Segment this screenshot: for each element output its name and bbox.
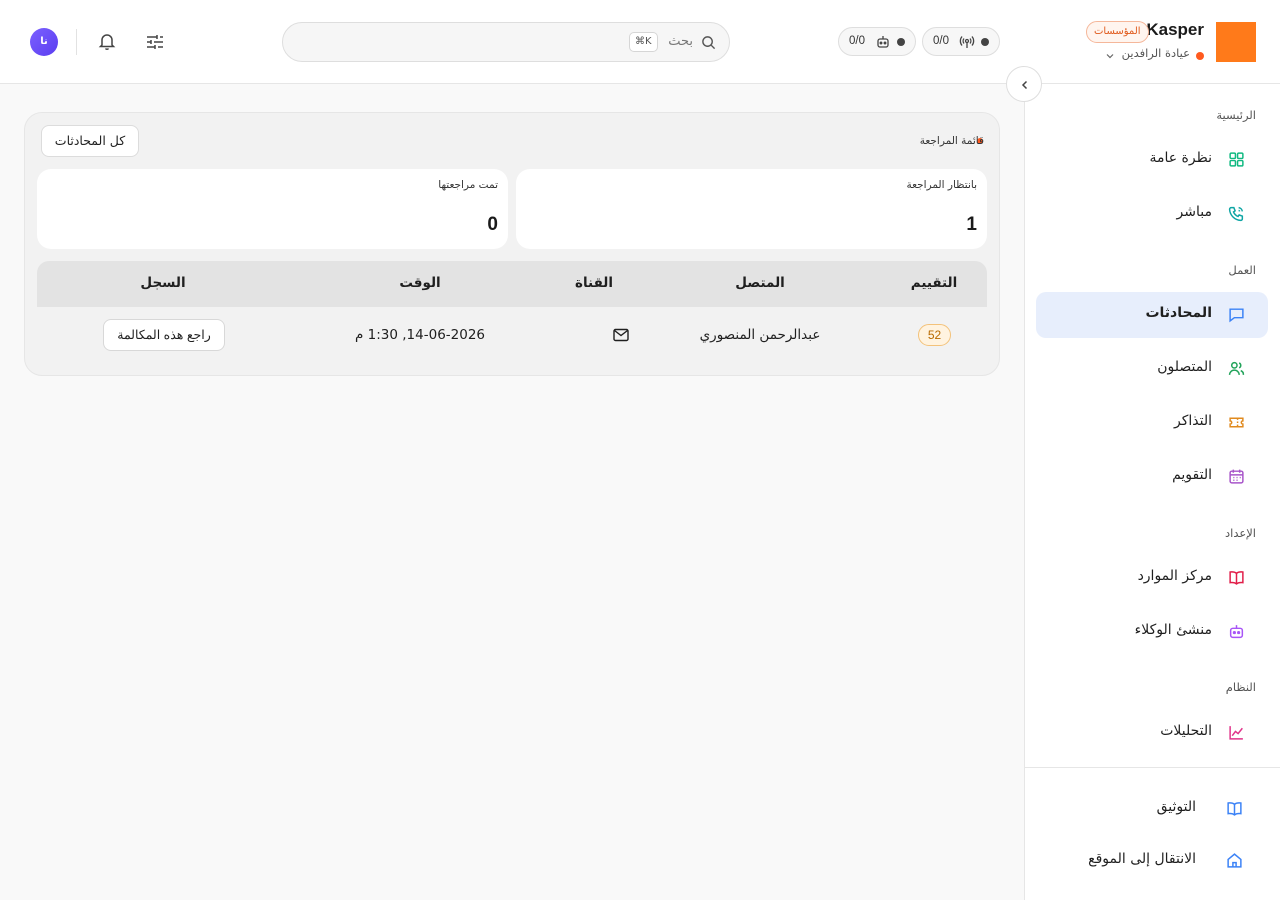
- sidebar-item-overview[interactable]: نظرة عامة: [1036, 137, 1268, 183]
- sidebar-item-agent-builder[interactable]: منشئ الوكلاء: [1036, 609, 1268, 655]
- column-header-score[interactable]: التقييم: [911, 275, 958, 291]
- sidebar-item-label: التذاكر: [1173, 413, 1212, 429]
- broadcast-icon: [959, 34, 975, 50]
- brand-logo: [1216, 22, 1256, 62]
- book-open-icon: [1226, 800, 1243, 817]
- sidebar-item-label: المتصلون: [1157, 359, 1212, 375]
- section-label-home: الرئيسية: [1216, 108, 1256, 122]
- sidebar-item-resource-center[interactable]: مركز الموارد: [1036, 555, 1268, 601]
- filters-icon[interactable]: [145, 32, 165, 52]
- score-badge: 52: [918, 324, 951, 346]
- stat-label: تمت مراجعتها: [438, 179, 498, 191]
- live-status-dot: [981, 38, 989, 46]
- sidebar-item-callers[interactable]: المتصلون: [1036, 346, 1268, 392]
- sidebar-item-documentation[interactable]: التوثيق: [1036, 788, 1256, 828]
- chat-icon: [1228, 306, 1245, 323]
- column-header-caller[interactable]: المتصل: [735, 275, 785, 291]
- agent-counter[interactable]: 0/0: [838, 27, 916, 56]
- toolbar-divider: [76, 29, 77, 55]
- chart-icon: [1228, 724, 1245, 741]
- avatar[interactable]: نا: [30, 28, 58, 56]
- all-conversations-button[interactable]: كل المحادثات: [41, 125, 139, 157]
- stat-value: 1: [966, 214, 977, 235]
- section-label-system: النظام: [1225, 680, 1256, 694]
- search-shortcut: ⌘K: [629, 32, 658, 52]
- sidebar-item-go-to-site[interactable]: الانتقال إلى الموقع: [1036, 840, 1256, 880]
- stat-pending-review: بانتظار المراجعة 1: [516, 169, 987, 249]
- workspace-selector[interactable]: عيادة الرافدين: [1122, 46, 1190, 60]
- stat-reviewed: تمت مراجعتها 0: [37, 169, 508, 249]
- call-time: 14-06-2026, 1:30 م: [354, 327, 486, 343]
- sidebar-item-label: التوثيق: [1156, 799, 1196, 815]
- chevron-left-icon: [1021, 80, 1028, 90]
- search-icon: [701, 35, 716, 50]
- search-bar[interactable]: بحث ⌘K: [282, 22, 730, 62]
- sidebar-item-label: مباشر: [1176, 204, 1212, 220]
- users-icon: [1228, 360, 1245, 377]
- column-header-time[interactable]: الوقت: [399, 275, 440, 291]
- home-icon: [1226, 852, 1243, 869]
- column-header-log[interactable]: السجل: [140, 275, 185, 291]
- sidebar-item-label: نظرة عامة: [1149, 150, 1212, 166]
- sidebar-item-label: المحادثات: [1145, 305, 1212, 321]
- sidebar-item-label: منشئ الوكلاء: [1134, 622, 1212, 638]
- live-counter-value: 0/0: [933, 35, 949, 47]
- calendar-icon: [1228, 468, 1245, 485]
- bell-icon[interactable]: [97, 31, 117, 51]
- sidebar-item-label: التحليلات: [1160, 723, 1212, 739]
- mail-icon: [613, 328, 629, 342]
- column-header-channel[interactable]: القناة: [575, 275, 613, 291]
- section-label-setup: الإعداد: [1225, 526, 1256, 540]
- sidebar-item-label: مركز الموارد: [1137, 568, 1212, 584]
- sidebar-item-analytics[interactable]: التحليلات: [1036, 710, 1268, 756]
- sidebar-item-label: التقويم: [1172, 467, 1212, 483]
- section-label-work: العمل: [1228, 263, 1256, 277]
- collapse-sidebar-button[interactable]: [1006, 66, 1042, 102]
- phone-icon: [1228, 205, 1245, 222]
- sidebar-item-label: الانتقال إلى الموقع: [1088, 851, 1196, 867]
- plan-badge: المؤسسات: [1086, 21, 1149, 43]
- sidebar-item-conversations[interactable]: المحادثات: [1036, 292, 1268, 338]
- agent-status-dot: [897, 38, 905, 46]
- brand-name: Kasper: [1146, 20, 1204, 39]
- card-title: قائمة المراجعة: [919, 135, 984, 147]
- stat-label: بانتظار المراجعة: [906, 179, 977, 191]
- status-dot: [1196, 52, 1204, 60]
- grid-icon: [1228, 151, 1245, 168]
- ticket-icon: [1228, 414, 1245, 431]
- sidebar-item-live[interactable]: مباشر: [1036, 191, 1268, 237]
- chevron-down-icon[interactable]: [1104, 50, 1116, 62]
- sidebar-item-tickets[interactable]: التذاكر: [1036, 400, 1268, 446]
- review-call-button[interactable]: راجع هذه المكالمة: [103, 319, 225, 351]
- live-counter[interactable]: 0/0: [922, 27, 1000, 56]
- search-placeholder: بحث: [668, 34, 693, 49]
- caller-name: عبدالرحمن المنصوري: [699, 327, 821, 343]
- stat-value: 0: [487, 214, 498, 235]
- robot-icon: [1228, 623, 1245, 640]
- robot-icon: [875, 34, 891, 50]
- book-icon: [1228, 569, 1245, 586]
- sidebar-item-calendar[interactable]: التقويم: [1036, 454, 1268, 500]
- top-bar: Kasper المؤسسات عيادة الرافدين 0/0 0/0 ب…: [0, 0, 1280, 84]
- agent-counter-value: 0/0: [849, 35, 865, 47]
- sidebar-divider: [1025, 767, 1280, 768]
